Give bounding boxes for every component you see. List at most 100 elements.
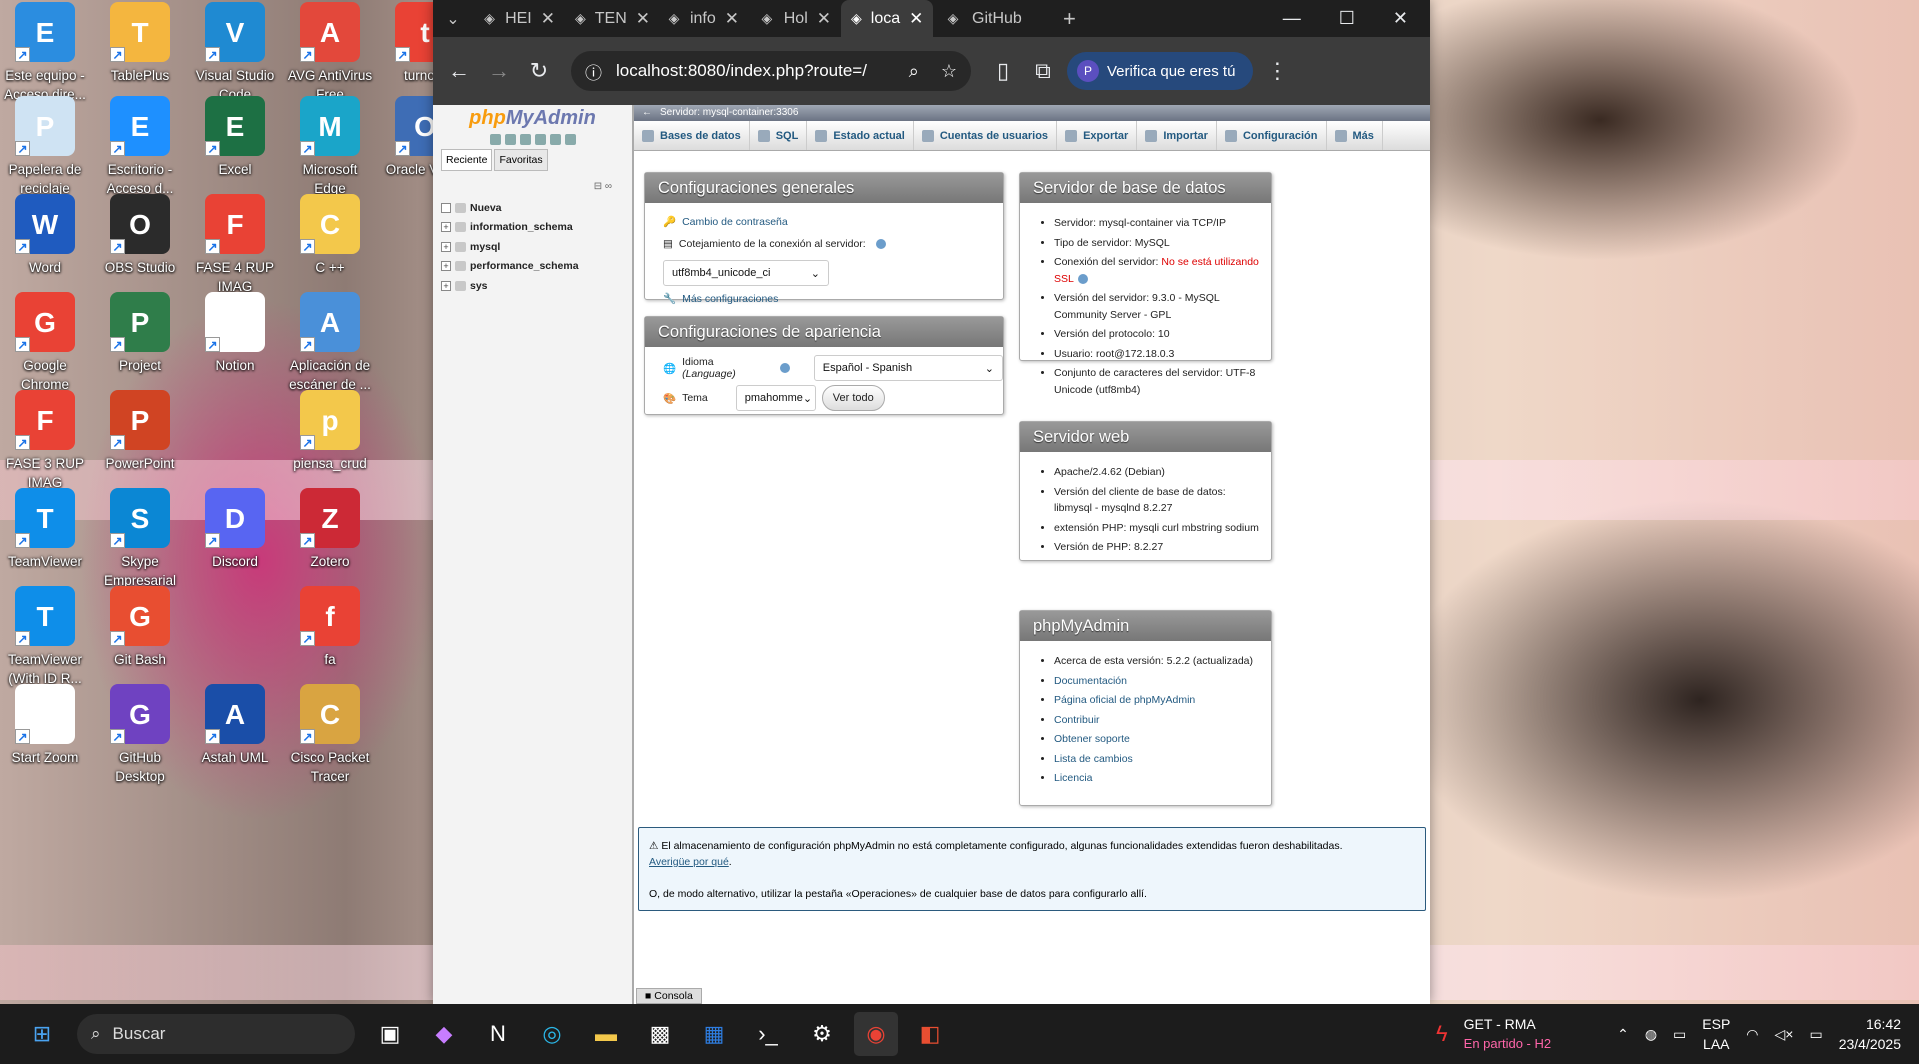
desktop-icon[interactable]: T ↗ TeamViewer (With ID R...: [0, 586, 90, 688]
menu-tab[interactable]: Bases de datos: [634, 121, 750, 150]
docs-icon[interactable]: [534, 134, 546, 145]
close-tab-icon[interactable]: ✕: [725, 9, 739, 29]
database-item[interactable]: + mysql: [441, 237, 632, 257]
theme-select[interactable]: pmahomme ⌄: [735, 385, 816, 411]
desktop-icon[interactable]: C ↗ Cisco Packet Tracer: [285, 684, 375, 786]
phpmyadmin-logo[interactable]: phpMyAdmin: [433, 107, 632, 130]
calculator-icon[interactable]: ▦: [692, 1012, 736, 1056]
browser-tab[interactable]: ◈ loca ✕: [841, 0, 933, 37]
desktop-icon[interactable]: D ↗ Discord: [190, 488, 280, 571]
notion-taskbar-icon[interactable]: N: [476, 1012, 520, 1056]
desktop-icon[interactable]: P ↗ PowerPoint: [95, 390, 185, 473]
database-item[interactable]: + information_schema: [441, 218, 632, 238]
desktop-icon[interactable]: W ↗ Word: [0, 194, 90, 277]
desktop-icon[interactable]: A ↗ Aplicación de escáner de ...: [285, 292, 375, 394]
browser-tab[interactable]: ◈ Hol ✕: [749, 0, 841, 37]
office-taskbar-icon[interactable]: ◧: [908, 1012, 952, 1056]
start-icon[interactable]: ⊞: [20, 1012, 64, 1056]
browser-menu-icon[interactable]: ⋮: [1261, 55, 1293, 87]
new-tab-button[interactable]: +: [1053, 0, 1086, 37]
desktop-icon[interactable]: P ↗ Project: [95, 292, 185, 375]
more-settings-link[interactable]: Más configuraciones: [682, 293, 778, 305]
forward-icon[interactable]: →: [483, 55, 515, 87]
change-password-link[interactable]: Cambio de contraseña: [682, 216, 788, 228]
expand-icon[interactable]: +: [441, 261, 451, 272]
chrome-taskbar-icon[interactable]: ◉: [854, 1012, 898, 1056]
copilot-icon[interactable]: ◆: [422, 1012, 466, 1056]
home-icon[interactable]: [489, 134, 501, 145]
site-info-icon[interactable]: ⓘ: [585, 59, 602, 84]
desktop-icon[interactable]: O ↗ OBS Studio: [95, 194, 185, 277]
desktop-icon[interactable]: E ↗ Excel: [190, 96, 280, 179]
console-tab[interactable]: ■ Consola: [636, 988, 702, 1004]
desktop-icon[interactable]: E ↗ Este equipo - Acceso dire...: [0, 2, 90, 104]
sports-widget[interactable]: GET - RMA En partido - H2: [1464, 1014, 1551, 1054]
close-tab-icon[interactable]: ✕: [817, 9, 831, 29]
reload-icon[interactable]: ↻: [523, 55, 555, 87]
menu-tab[interactable]: Más: [1327, 121, 1383, 150]
desktop-icon[interactable]: S ↗ Start Zoom: [0, 684, 90, 767]
browser-tab[interactable]: ◈ TEN ✕: [565, 0, 657, 37]
desktop-icon[interactable]: V ↗ Visual Studio Code: [190, 2, 280, 104]
desktop-icon[interactable]: f ↗ fa: [285, 586, 375, 669]
close-tab-icon[interactable]: ✕: [541, 9, 555, 29]
maximize-icon[interactable]: ☐: [1339, 8, 1355, 29]
settings-taskbar-icon[interactable]: ⚙: [800, 1012, 844, 1056]
expand-icon[interactable]: +: [441, 222, 451, 233]
desktop-icon[interactable]: F ↗ FASE 3 RUP IMAG: [0, 390, 90, 492]
back-icon[interactable]: ←: [443, 55, 475, 87]
photo-app-icon[interactable]: ▩: [638, 1012, 682, 1056]
bookmark-star-icon[interactable]: ☆: [941, 61, 957, 82]
tab-search-button[interactable]: ⌄: [433, 0, 473, 37]
desktop-icon[interactable]: N ↗ Notion: [190, 292, 280, 375]
desktop-icon[interactable]: S ↗ Skype Empresarial: [95, 488, 185, 590]
collapse-link-icons[interactable]: ⊟ ∞: [433, 171, 632, 192]
mute-icon[interactable]: ◁×: [1775, 1026, 1794, 1043]
help-icon[interactable]: [875, 239, 886, 249]
display-icon[interactable]: ▭: [1673, 1026, 1686, 1043]
about-link[interactable]: Documentación: [1054, 675, 1127, 687]
chevron-up-icon[interactable]: ⌃: [1617, 1026, 1629, 1043]
menu-tab[interactable]: Cuentas de usuarios: [914, 121, 1058, 150]
address-bar[interactable]: ⓘ localhost:8080/index.php?route=/ ⌕ ☆: [571, 51, 971, 91]
battery-icon[interactable]: ▭: [1809, 1026, 1822, 1043]
menu-tab[interactable]: Exportar: [1057, 121, 1138, 150]
database-item[interactable]: Nueva: [441, 198, 632, 218]
server-breadcrumb[interactable]: ← Servidor: mysql-container:3306: [634, 105, 1430, 121]
about-link[interactable]: Página oficial de phpMyAdmin: [1054, 694, 1195, 706]
extensions-icon[interactable]: ⧉: [1027, 55, 1059, 87]
menu-tab[interactable]: Estado actual: [807, 121, 914, 150]
reading-list-icon[interactable]: ▯: [987, 55, 1019, 87]
language-select[interactable]: Español - Spanish ⌄: [813, 355, 1003, 381]
file-explorer-icon[interactable]: ▬: [584, 1012, 628, 1056]
edge-taskbar-icon[interactable]: ◎: [530, 1012, 574, 1056]
about-link[interactable]: Lista de cambios: [1054, 753, 1133, 765]
expand-icon[interactable]: +: [441, 280, 451, 291]
wifi-icon[interactable]: ◠: [1746, 1026, 1758, 1043]
browser-tab[interactable]: ◈ HEI ✕: [473, 0, 565, 37]
desktop-icon[interactable]: T ↗ TablePlus: [95, 2, 185, 85]
profile-button[interactable]: P Verifica que eres tú: [1067, 52, 1254, 90]
close-tab-icon[interactable]: ✕: [636, 9, 650, 29]
help-icon[interactable]: [779, 363, 790, 373]
menu-tab[interactable]: SQL: [750, 121, 808, 150]
view-all-themes-button[interactable]: Ver todo: [821, 385, 885, 411]
menu-tab[interactable]: Configuración: [1217, 121, 1327, 150]
input-language[interactable]: ESP LAA: [1702, 1014, 1730, 1054]
about-link[interactable]: Contribuir: [1054, 714, 1100, 726]
close-tab-icon[interactable]: ✕: [909, 9, 923, 29]
task-view-icon[interactable]: ▣: [368, 1012, 412, 1056]
help-icon[interactable]: [1077, 273, 1088, 284]
desktop-icon[interactable]: A ↗ AVG AntiVirus Free: [285, 2, 375, 104]
expand-icon[interactable]: +: [441, 241, 451, 252]
settings-icon[interactable]: [549, 134, 561, 145]
meet-icon[interactable]: ◍: [1645, 1026, 1657, 1043]
database-item[interactable]: + sys: [441, 276, 632, 296]
desktop-icon[interactable]: C ↗ C ++: [285, 194, 375, 277]
nav-tab[interactable]: Reciente: [441, 149, 493, 171]
close-window-icon[interactable]: ✕: [1393, 8, 1408, 29]
desktop-icon[interactable]: G ↗ Google Chrome: [0, 292, 90, 394]
menu-tab[interactable]: Importar: [1137, 121, 1217, 150]
zoom-icon[interactable]: ⌕: [909, 61, 919, 82]
desktop-icon[interactable]: M ↗ Microsoft Edge: [285, 96, 375, 198]
